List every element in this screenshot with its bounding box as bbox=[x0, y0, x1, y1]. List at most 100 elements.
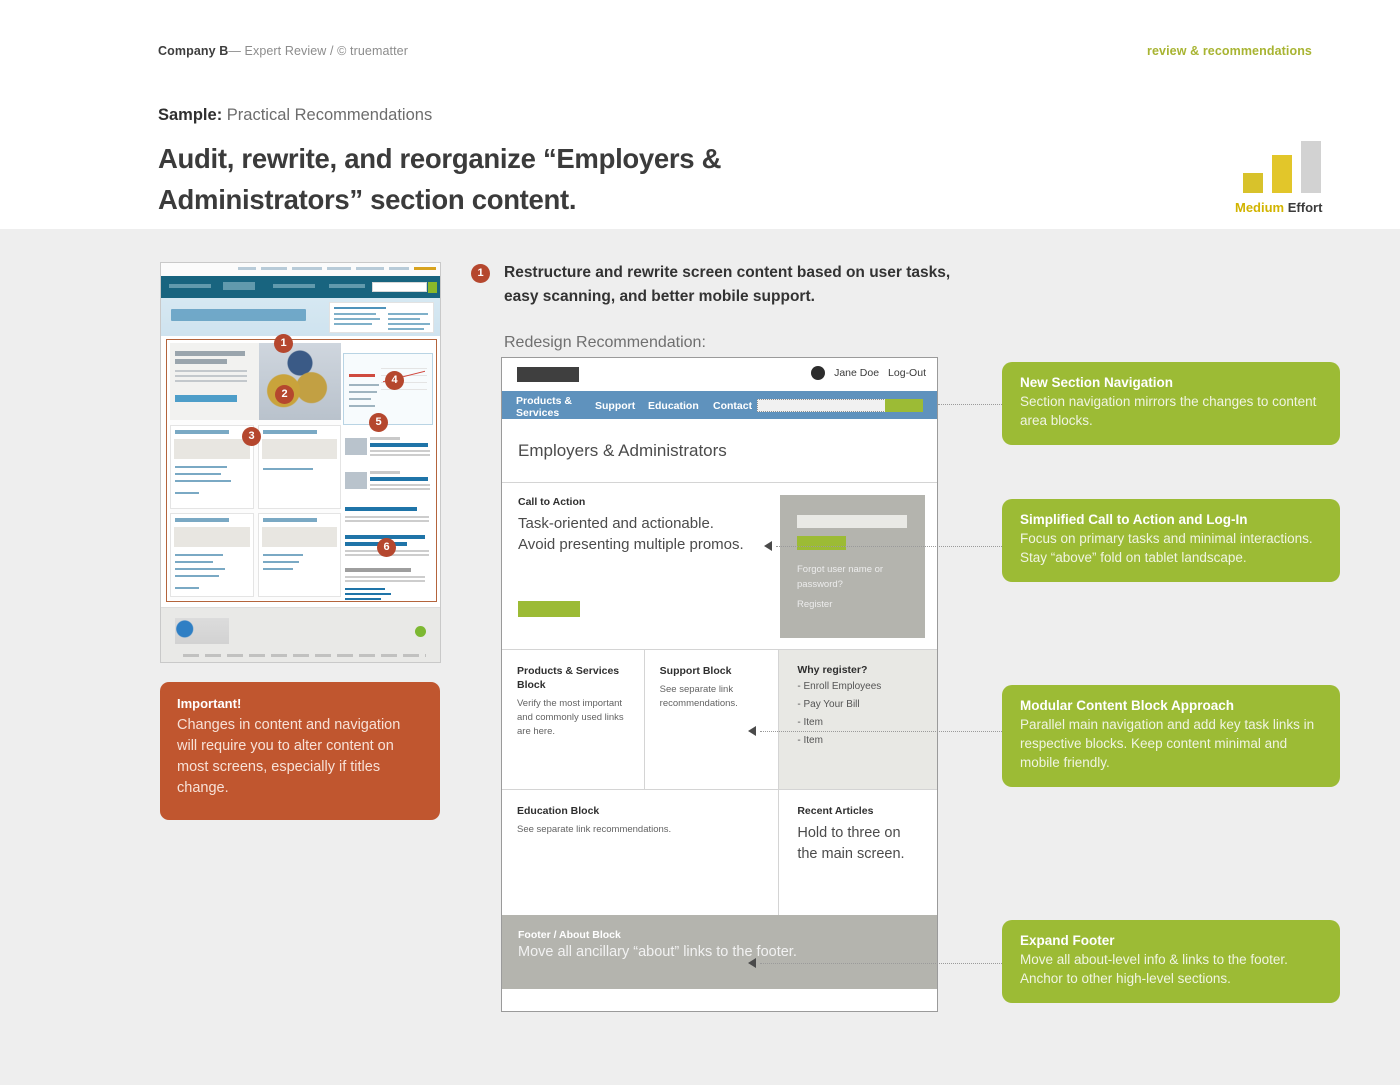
thumb-search-button bbox=[428, 282, 437, 293]
effort-meter: Medium Effort bbox=[1235, 140, 1345, 215]
thumb-support-links bbox=[343, 568, 433, 604]
callout-new-section-navigation: New Section Navigation Section navigatio… bbox=[1002, 362, 1340, 445]
thumb-footer bbox=[161, 607, 440, 662]
recommendation-heading: Restructure and rewrite screen content b… bbox=[504, 264, 951, 306]
header-subtitle: — Expert Review / © truematter bbox=[228, 44, 408, 58]
products-services-block: Products & Services Block Verify the mos… bbox=[502, 650, 645, 789]
logout-link[interactable]: Log-Out bbox=[888, 367, 926, 379]
list-item[interactable]: - Pay Your Bill bbox=[797, 699, 923, 710]
redesign-wireframe: Jane Doe Log-Out Products & Services Sup… bbox=[501, 357, 938, 1012]
connector-line-footer bbox=[760, 963, 1002, 964]
support-block-body: See separate link recommendations. bbox=[659, 684, 738, 709]
login-panel: Forgot user name or password? Register bbox=[780, 495, 925, 638]
sample-text: Practical Recommendations bbox=[222, 106, 433, 124]
why-register-title: Why register? bbox=[797, 664, 868, 676]
thumb-footer-logo bbox=[175, 618, 229, 644]
avatar bbox=[811, 366, 826, 380]
thumb-cell-grid bbox=[170, 425, 341, 600]
sample-prefix: Sample: bbox=[158, 106, 223, 124]
content-blocks-row-1: Products & Services Block Verify the mos… bbox=[502, 650, 937, 790]
thumb-marker-1[interactable]: 1 bbox=[274, 334, 293, 353]
effort-word: Effort bbox=[1284, 200, 1323, 215]
list-item[interactable]: - Item bbox=[797, 735, 923, 746]
why-register-list: - Enroll Employees - Pay Your Bill - Ite… bbox=[797, 681, 923, 746]
section-heading: Employers & Administrators bbox=[518, 440, 727, 460]
footer-block-title: Footer / About Block bbox=[518, 929, 621, 941]
important-body: Changes in content and navigation will r… bbox=[177, 717, 401, 797]
thumb-stock-quote bbox=[343, 353, 433, 425]
login-submit-button[interactable] bbox=[797, 536, 846, 550]
thumb-promo-banner bbox=[170, 343, 341, 420]
thumb-eco-icon bbox=[415, 626, 426, 637]
thumb-marker-2[interactable]: 2 bbox=[275, 385, 294, 404]
company-name: Company B bbox=[158, 44, 229, 58]
list-item[interactable]: - Item bbox=[797, 717, 923, 728]
thumb-marker-4[interactable]: 4 bbox=[385, 371, 404, 390]
callout-modular-content-block: Modular Content Block Approach Parallel … bbox=[1002, 685, 1340, 787]
user-session-area: Jane Doe Log-Out bbox=[811, 366, 926, 380]
nav-item-contact[interactable]: Contact bbox=[713, 400, 752, 412]
call-to-action-section: Call to Action Task-oriented and actiona… bbox=[502, 483, 937, 650]
effort-bar-medium bbox=[1272, 155, 1292, 193]
wireframe-main-nav: Products & Services Support Education Co… bbox=[502, 391, 937, 419]
thumb-cell-employer-resources bbox=[170, 513, 254, 597]
important-title: Important! bbox=[177, 696, 242, 711]
callout-expand-footer: Expand Footer Move all about-level info … bbox=[1002, 920, 1340, 1003]
important-callout: Important! Changes in content and naviga… bbox=[160, 682, 440, 820]
thumb-marker-3[interactable]: 3 bbox=[242, 427, 261, 446]
search-button[interactable] bbox=[885, 399, 923, 412]
connector-arrow-cta bbox=[764, 541, 772, 551]
callout-title: Expand Footer bbox=[1020, 933, 1115, 948]
thumb-left-column bbox=[170, 343, 341, 600]
effort-bar-chart bbox=[1243, 141, 1321, 193]
effort-label: Medium Effort bbox=[1235, 200, 1322, 215]
education-block-body: See separate link recommendations. bbox=[517, 824, 672, 836]
callout-title: Modular Content Block Approach bbox=[1020, 698, 1235, 713]
education-block-title: Education Block bbox=[517, 805, 600, 817]
thumb-cell-customer-support bbox=[258, 513, 341, 597]
why-register-block: Why register? - Enroll Employees - Pay Y… bbox=[779, 650, 937, 789]
wireframe-footer-block: Footer / About Block Move all ancillary … bbox=[502, 915, 937, 989]
cta-copy: Task-oriented and actionable. Avoid pres… bbox=[518, 515, 744, 554]
callout-body: Section navigation mirrors the changes t… bbox=[1020, 394, 1317, 428]
thumb-marker-6[interactable]: 6 bbox=[377, 538, 396, 557]
connector-line-nav bbox=[938, 404, 1002, 405]
thumb-utility-bar bbox=[161, 263, 440, 276]
content-blocks-row-2: Education Block See separate link recomm… bbox=[502, 790, 937, 915]
thumb-promo-subheading bbox=[175, 359, 227, 364]
callout-body: Parallel main navigation and add key tas… bbox=[1020, 717, 1315, 770]
breadcrumb: Company B— Expert Review / © truematter bbox=[158, 44, 408, 58]
products-block-body: Verify the most important and commonly u… bbox=[517, 698, 624, 737]
nav-item-education[interactable]: Education bbox=[648, 400, 699, 412]
thumb-promo-photo bbox=[259, 343, 341, 420]
connector-line-cta bbox=[776, 546, 1002, 547]
register-link[interactable]: Register bbox=[797, 598, 909, 613]
support-block: Support Block See separate link recommen… bbox=[645, 650, 780, 789]
effort-bar-high bbox=[1301, 141, 1321, 193]
current-site-thumbnail[interactable]: 1 2 3 4 5 6 bbox=[160, 262, 441, 663]
recent-articles-body: Hold to three on the main screen. bbox=[797, 825, 905, 862]
list-item[interactable]: - Enroll Employees bbox=[797, 681, 923, 692]
nav-item-support[interactable]: Support bbox=[595, 400, 635, 412]
connector-arrow-blocks bbox=[748, 726, 756, 736]
nav-item-products-services[interactable]: Products & Services bbox=[516, 395, 578, 419]
wireframe-hero: Employers & Administrators bbox=[502, 419, 937, 483]
thumb-hero bbox=[161, 298, 440, 336]
products-block-title: Products & Services Block bbox=[517, 665, 620, 692]
search-input[interactable] bbox=[757, 399, 890, 412]
login-field[interactable] bbox=[797, 515, 907, 528]
support-block-title: Support Block bbox=[659, 665, 732, 677]
callout-body: Focus on primary tasks and minimal inter… bbox=[1020, 531, 1313, 565]
callout-title: New Section Navigation bbox=[1020, 375, 1174, 390]
thumb-cell-why-choose bbox=[258, 425, 341, 509]
recent-articles-title: Recent Articles bbox=[797, 805, 874, 817]
cta-label: Call to Action bbox=[518, 496, 586, 508]
thumb-article-2 bbox=[343, 469, 433, 499]
sample-line: Sample: Practical Recommendations bbox=[158, 106, 432, 125]
thumb-hero-title bbox=[171, 309, 306, 321]
thumb-marker-5[interactable]: 5 bbox=[369, 413, 388, 432]
redesign-recommendation-label: Redesign Recommendation: bbox=[504, 334, 706, 351]
effort-level: Medium bbox=[1235, 200, 1285, 215]
forgot-password-link[interactable]: Forgot user name or password? bbox=[797, 563, 909, 592]
cta-button[interactable] bbox=[518, 601, 580, 617]
